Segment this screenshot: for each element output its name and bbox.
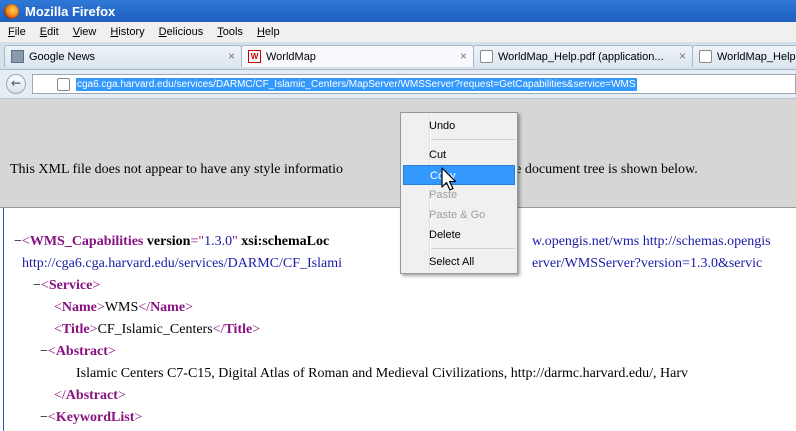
- context-menu-paste-and-go[interactable]: Paste & Go: [403, 205, 515, 225]
- context-menu-delete[interactable]: Delete: [403, 225, 515, 245]
- mouse-pointer-icon: [441, 167, 457, 191]
- context-menu-select-all[interactable]: Select All: [403, 252, 515, 272]
- back-arrow-icon: ←: [10, 76, 22, 90]
- menu-separator: [431, 248, 515, 249]
- close-tab-icon[interactable]: ×: [460, 49, 467, 63]
- page-favicon-icon: [480, 50, 493, 63]
- context-menu-cut[interactable]: Cut: [403, 145, 515, 165]
- navigation-bar: ← cga6.cga.harvard.edu/services/DARMC/CF…: [0, 70, 796, 99]
- xml-line-wms-capabilities-tail: w.opengis.net/wms http://schemas.opengis: [532, 234, 771, 249]
- menu-delicious[interactable]: Delicious: [159, 26, 204, 38]
- tab-strip: Google News × W WorldMap × WorldMap_Help…: [0, 42, 796, 70]
- xml-title-value: CF_Islamic_Centers: [97, 322, 213, 337]
- menu-history[interactable]: History: [110, 26, 144, 38]
- xml-name-value: WMS: [104, 300, 139, 315]
- window-titlebar: Mozilla Firefox: [0, 0, 796, 22]
- url-text-selected[interactable]: cga6.cga.harvard.edu/services/DARMC/CF_I…: [76, 77, 637, 91]
- menu-separator: [431, 139, 515, 140]
- xml-line-abstract-open: −<Abstract>: [40, 344, 116, 359]
- window-title: Mozilla Firefox: [25, 3, 116, 19]
- tab-google-news[interactable]: Google News ×: [4, 45, 242, 67]
- menu-edit[interactable]: Edit: [40, 26, 59, 38]
- menu-file[interactable]: File: [8, 26, 26, 38]
- collapse-toggle[interactable]: −: [14, 234, 22, 249]
- xml-document-tree: −<WMS_Capabilities version="1.3.0" xsi:s…: [0, 208, 796, 431]
- tab-label: WorldMap: [266, 50, 316, 63]
- page-favicon-icon: [699, 50, 712, 63]
- xml-line-wms-capabilities: −<WMS_Capabilities version="1.3.0" xsi:s…: [14, 234, 330, 249]
- context-menu-undo[interactable]: Undo: [403, 116, 515, 136]
- context-menu-copy[interactable]: Copy: [403, 165, 515, 185]
- xml-info-banner: This XML file does not appear to have an…: [0, 99, 796, 208]
- tab-label: Google News: [29, 50, 96, 63]
- back-button[interactable]: ←: [6, 74, 26, 94]
- context-menu: Undo Cut Copy Paste Paste & Go Delete Se…: [400, 112, 518, 274]
- collapse-toggle[interactable]: −: [40, 410, 48, 425]
- xml-line-name: <Name>WMS</Name>: [54, 300, 193, 315]
- tab-worldmap-help[interactable]: WorldMap_Help: [692, 45, 796, 67]
- xml-line-abstract-close: </Abstract>: [54, 388, 126, 403]
- site-identity-icon[interactable]: [57, 77, 70, 91]
- xml-line-service: −<Service>: [33, 278, 101, 293]
- collapse-toggle[interactable]: −: [40, 344, 48, 359]
- firefox-logo-icon: [4, 3, 19, 19]
- url-bar[interactable]: cga6.cga.harvard.edu/services/DARMC/CF_I…: [32, 74, 796, 94]
- menu-tools[interactable]: Tools: [217, 26, 243, 38]
- context-menu-paste[interactable]: Paste: [403, 185, 515, 205]
- xml-schema-url-right: erver/WMSServer?version=1.3.0&servic: [532, 256, 763, 271]
- tab-label: WorldMap_Help: [717, 50, 796, 63]
- close-tab-icon[interactable]: ×: [228, 49, 235, 63]
- collapse-toggle[interactable]: −: [33, 278, 41, 293]
- menu-help[interactable]: Help: [257, 26, 280, 38]
- menu-view[interactable]: View: [73, 26, 97, 38]
- menu-bar: File Edit View History Delicious Tools H…: [0, 22, 796, 42]
- news-favicon-icon: [11, 50, 24, 63]
- close-tab-icon[interactable]: ×: [679, 49, 686, 63]
- tab-worldmap[interactable]: W WorldMap ×: [241, 45, 474, 67]
- worldmap-favicon-icon: W: [248, 50, 261, 63]
- tab-worldmap-help-pdf[interactable]: WorldMap_Help.pdf (application... ×: [473, 45, 693, 67]
- tab-label: WorldMap_Help.pdf (application...: [498, 50, 664, 63]
- xml-abstract-value: Islamic Centers C7-C15, Digital Atlas of…: [76, 366, 688, 381]
- xml-schema-url-left: http://cga6.cga.harvard.edu/services/DAR…: [22, 256, 342, 271]
- xml-line-title: <Title>CF_Islamic_Centers</Title>: [54, 322, 261, 337]
- xml-line-keywordlist: −<KeywordList>: [40, 410, 143, 425]
